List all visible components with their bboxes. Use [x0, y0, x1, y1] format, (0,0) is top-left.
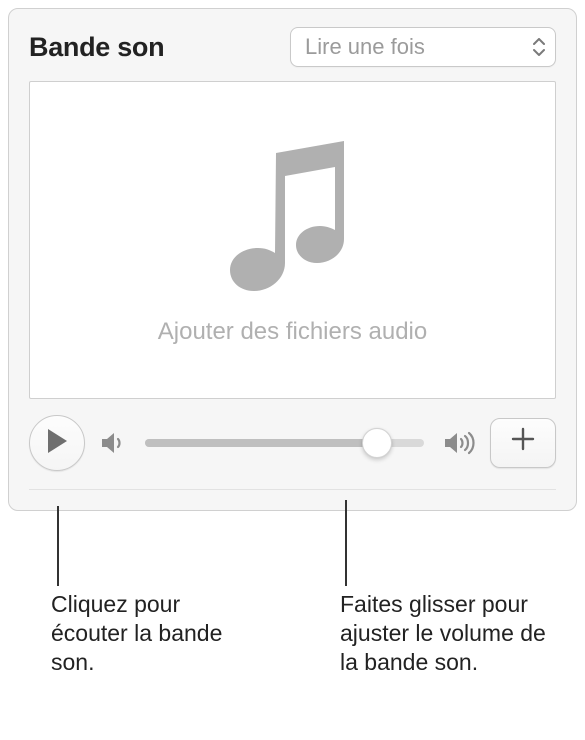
- section-title: Bande son: [29, 32, 164, 63]
- playback-mode-selected: Lire une fois: [305, 34, 425, 60]
- play-button[interactable]: [29, 415, 85, 471]
- divider: [29, 489, 556, 490]
- volume-low-icon: [99, 429, 127, 457]
- volume-slider[interactable]: [145, 439, 424, 447]
- callout-volume: Faites glisser pour ajuster le volume de…: [340, 590, 560, 676]
- volume-slider-thumb[interactable]: [362, 428, 392, 458]
- volume-high-icon: [442, 429, 476, 457]
- audio-dropzone[interactable]: Ajouter des fichiers audio: [29, 81, 556, 399]
- play-icon: [46, 428, 68, 459]
- header-row: Bande son Lire une fois: [29, 27, 556, 67]
- volume-slider-fill: [145, 439, 377, 447]
- music-note-icon: [228, 135, 358, 300]
- dropzone-placeholder: Ajouter des fichiers audio: [158, 318, 427, 346]
- controls-row: [29, 415, 556, 471]
- callout-play: Cliquez pour écouter la bande son.: [51, 590, 251, 676]
- chevron-up-down-icon: [533, 38, 545, 56]
- callout-line-play: [57, 506, 59, 586]
- add-button[interactable]: [490, 418, 556, 468]
- playback-mode-popup[interactable]: Lire une fois: [290, 27, 556, 67]
- soundtrack-panel: Bande son Lire une fois Ajouter des fich…: [8, 8, 577, 511]
- callout-line-volume: [345, 500, 347, 586]
- plus-icon: [510, 426, 536, 460]
